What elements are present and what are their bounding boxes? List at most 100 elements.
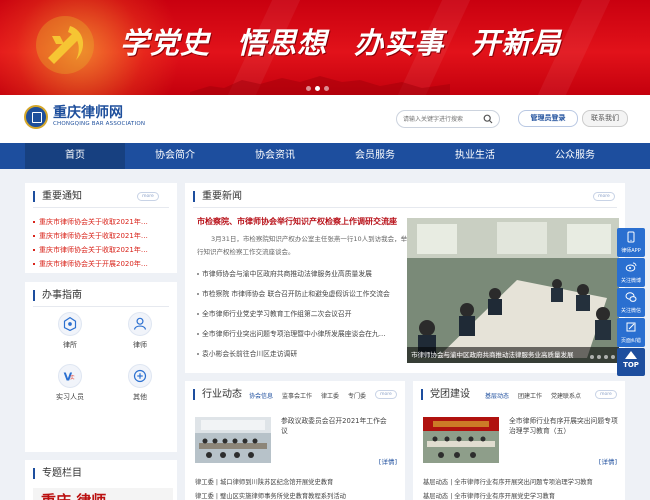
- news-item[interactable]: 市检察院 市律师协会 联合召开防止和避免虚假诉讼工作交流会: [197, 283, 411, 303]
- site-logo[interactable]: 重庆律师网 CHONGQING BAR ASSOCIATION: [24, 105, 145, 129]
- party-item[interactable]: 基层动态 | 全市律师行业有序开展突出问题专项治理学习教育: [423, 476, 635, 490]
- divider: [193, 207, 617, 208]
- float-label: 关注微博: [620, 278, 641, 284]
- meeting-photo-image: [407, 218, 619, 363]
- weibo-button[interactable]: 关注微博: [617, 258, 645, 287]
- admin-login-button[interactable]: 管理员登录: [518, 110, 578, 127]
- divider: [33, 306, 169, 307]
- industry-item[interactable]: 律工委 | 城口律师到川陕苏区纪念馆开展党史教育: [195, 476, 407, 490]
- news-item[interactable]: 全市律师行业党史学习教育工作组第二次会议召开: [197, 303, 411, 323]
- special-card: 专题栏目 重庆 律师: [25, 460, 177, 500]
- industry-feature-title[interactable]: 参政议政委员会召开2021年工作会议: [281, 416, 393, 436]
- party-list: 基层动态 | 全市律师行业有序开展突出问题专项治理学习教育 基层动态 | 全市律…: [423, 476, 635, 500]
- contact-us-button[interactable]: 联系我们: [582, 110, 628, 127]
- guide-item-trainee[interactable]: V实 实习人员: [35, 364, 105, 402]
- notice-more-link[interactable]: more: [137, 192, 159, 201]
- weibo-icon: [625, 262, 637, 272]
- industry-item[interactable]: 律工委 | 璧山区实施律师事务所党史教育教程系列活动: [195, 490, 407, 500]
- floating-sidebar: 律师APP 关注微博 关注微信 页面纠错 TOP: [617, 228, 645, 376]
- special-title: 专题栏目: [33, 468, 82, 479]
- tab-grassroots[interactable]: 基层动态: [485, 391, 509, 400]
- logo-title: 重庆律师网: [53, 105, 123, 121]
- divider: [33, 207, 169, 208]
- nav-item-home[interactable]: 首页: [25, 143, 125, 169]
- banner-slogan: 学党史 悟思想 办实事 开新局: [120, 20, 561, 62]
- site-header: 重庆律师网 CHONGQING BAR ASSOCIATION 管理员登录 联系…: [0, 95, 650, 143]
- slogan-part: 开新局: [471, 26, 562, 60]
- party-item[interactable]: 基层动态 | 全市律师行业有序开展党史学习教育: [423, 490, 635, 500]
- guide-label: 其他: [133, 393, 147, 401]
- industry-tabs: 协会信息 监事会工作 律工委 专门委: [249, 391, 366, 400]
- news-photo[interactable]: 市律师协会与渝中区政府共商推动法律服务业高质量发展: [407, 218, 619, 363]
- edit-icon: [626, 322, 636, 332]
- tab-supervisors[interactable]: 监事会工作: [282, 391, 312, 400]
- guide-title: 办事指南: [33, 290, 82, 301]
- main-nav: 首页 协会简介 协会资讯 会员服务 执业生活 公众服务: [0, 143, 650, 169]
- slogan-part: 学党史: [120, 26, 211, 60]
- report-error-button[interactable]: 页面纠错: [617, 318, 645, 347]
- industry-feature-image[interactable]: [195, 417, 271, 463]
- float-label: 关注微信: [620, 308, 641, 314]
- industry-more-link[interactable]: more: [375, 390, 397, 399]
- news-list: 市律师协会与渝中区政府共商推动法律服务业高质量发展 市检察院 市律师协会 联合召…: [197, 263, 411, 363]
- photo-pagination[interactable]: [590, 355, 615, 359]
- notice-item[interactable]: 重庆市律师协会关于收取2021年…: [33, 215, 183, 229]
- photo-dot[interactable]: [597, 355, 601, 359]
- party-more-link[interactable]: more: [595, 390, 617, 399]
- nav-item-public-services[interactable]: 公众服务: [525, 143, 625, 169]
- lawyer-icon: [128, 312, 152, 336]
- lawyer-app-button[interactable]: 律师APP: [617, 228, 645, 257]
- party-detail-link[interactable]: [详情]: [599, 456, 617, 466]
- notice-card: 重要通知 more 重庆市律师协会关于收取2021年… 重庆市律师协会关于收取2…: [25, 183, 177, 273]
- nav-item-about[interactable]: 协会简介: [125, 143, 225, 169]
- wechat-button[interactable]: 关注微信: [617, 288, 645, 317]
- guide-label: 律师: [133, 341, 147, 349]
- news-headline[interactable]: 市检察院、市律师协会举行知识产权检察上作调研交流座: [197, 216, 411, 227]
- photo-dot[interactable]: [604, 355, 608, 359]
- special-banner-image[interactable]: 重庆 律师: [33, 488, 173, 500]
- industry-detail-link[interactable]: [详情]: [379, 456, 397, 466]
- slogan-part: 悟思想: [237, 26, 328, 60]
- party-title: 党团建设: [421, 389, 470, 400]
- nav-item-member-services[interactable]: 会员服务: [325, 143, 425, 169]
- nav-item-news[interactable]: 协会资讯: [225, 143, 325, 169]
- banner-dot-active[interactable]: [315, 86, 320, 91]
- notice-item[interactable]: 重庆市律师协会关于收取2021年…: [33, 243, 183, 257]
- tab-association-info[interactable]: 协会信息: [249, 391, 273, 400]
- news-item[interactable]: 袁小彬会长前往合川区走访调研: [197, 343, 411, 363]
- search-icon[interactable]: [483, 114, 493, 124]
- guide-item-other[interactable]: 其他: [105, 364, 175, 402]
- notice-item[interactable]: 重庆市律师协会关于收取2021年…: [33, 229, 183, 243]
- banner-dot[interactable]: [306, 86, 311, 91]
- mobile-app-icon: [627, 231, 635, 243]
- party-feature-title[interactable]: 全市律师行业有序开展突出问题专项治理学习教育（五）: [509, 416, 621, 436]
- top-banner[interactable]: 学党史 悟思想 办实事 开新局: [0, 0, 650, 95]
- tab-league[interactable]: 团建工作: [518, 391, 542, 400]
- guide-label: 实习人员: [56, 393, 84, 401]
- tab-lawyer-committee[interactable]: 律工委: [321, 391, 339, 400]
- float-label: 律师APP: [621, 248, 641, 254]
- party-tabs: 基层动态 团建工作 党建联系点: [485, 391, 581, 400]
- industry-title: 行业动态: [193, 389, 242, 400]
- industry-list: 律工委 | 城口律师到川陕苏区纪念馆开展党史教育 律工委 | 璧山区实施律师事务…: [195, 476, 407, 500]
- great-wall-silhouette: [190, 76, 450, 95]
- tab-special-committee[interactable]: 专门委: [348, 391, 366, 400]
- law-firm-icon: [58, 312, 82, 336]
- logo-subtitle: CHONGQING BAR ASSOCIATION: [53, 121, 146, 127]
- news-item[interactable]: 全市律师行业突出问题专项治理暨中小律所发展座谈会在九…: [197, 323, 411, 343]
- notice-item[interactable]: 重庆市律师协会关于开展2020年…: [33, 257, 183, 271]
- banner-dot[interactable]: [324, 86, 329, 91]
- party-feature-image[interactable]: [423, 417, 499, 463]
- tab-party-contact-point[interactable]: 党建联系点: [551, 391, 581, 400]
- photo-dot[interactable]: [611, 355, 615, 359]
- news-item[interactable]: 市律师协会与渝中区政府共商推动法律服务业高质量发展: [197, 263, 411, 283]
- search-input[interactable]: [403, 111, 483, 127]
- banner-pagination[interactable]: [306, 86, 329, 91]
- guide-item-lawyer[interactable]: 律师: [105, 312, 175, 350]
- back-to-top-button[interactable]: TOP: [617, 348, 645, 376]
- guide-item-law-firm[interactable]: 律所: [35, 312, 105, 350]
- news-more-link[interactable]: more: [593, 192, 615, 201]
- nav-item-practice-life[interactable]: 执业生活: [425, 143, 525, 169]
- photo-dot[interactable]: [590, 355, 594, 359]
- wechat-icon: [625, 292, 637, 302]
